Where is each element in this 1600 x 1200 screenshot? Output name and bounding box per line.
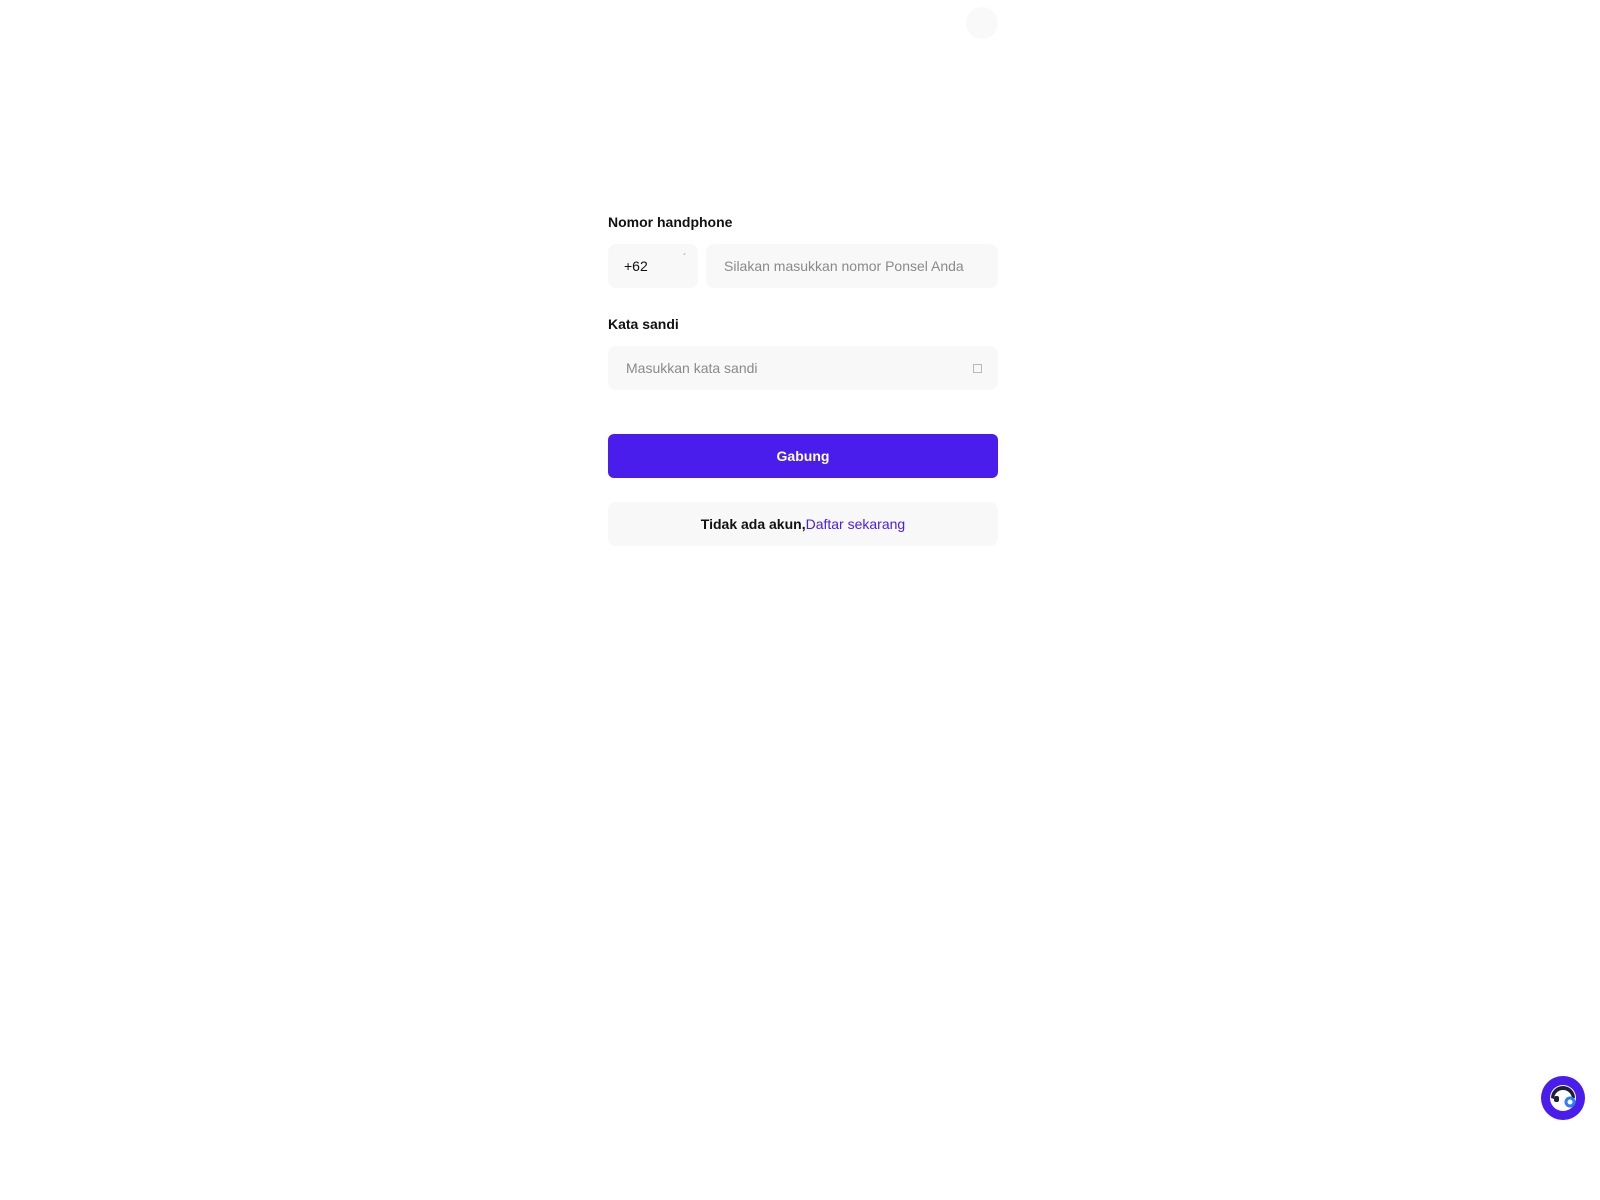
phone-input[interactable] [722,257,982,275]
password-input[interactable] [624,359,973,377]
login-form: Nomor handphone +62 ˊ Kata sandi Gabung … [608,212,998,546]
password-label: Kata sandi [608,316,679,332]
phone-row: +62 ˊ [608,244,998,288]
customer-service-icon [1550,1085,1576,1111]
eye-icon[interactable] [973,363,982,373]
register-text: Tidak ada akun, [700,516,806,532]
password-input-wrapper [608,346,998,390]
login-page: Nomor handphone +62 ˊ Kata sandi Gabung … [0,0,1600,1200]
phone-label: Nomor handphone [608,214,733,230]
country-code-select[interactable]: +62 ˊ [608,244,698,288]
join-button[interactable]: Gabung [608,434,998,478]
phone-input-wrapper [706,244,998,288]
register-link[interactable]: Daftar sekarang [806,516,906,532]
customer-service-button[interactable] [1541,1076,1585,1120]
country-code-value: +62 [624,258,648,274]
register-prompt: Tidak ada akun, Daftar sekarang [608,502,998,546]
chevron-down-icon: ˊ [682,253,686,264]
corner-decoration [966,7,998,39]
